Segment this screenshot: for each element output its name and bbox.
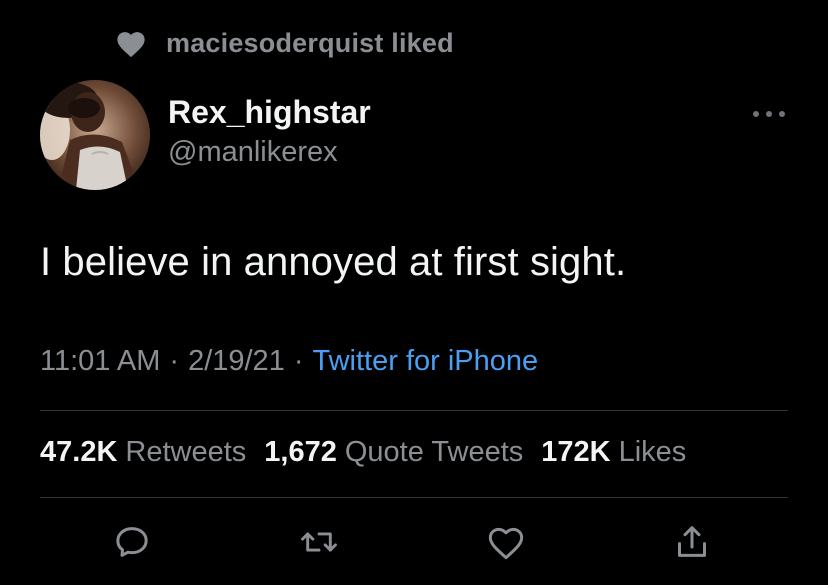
tweet-meta: 11:01 AM · 2/19/21 · Twitter for iPhone: [40, 345, 538, 378]
retweet-button[interactable]: [297, 522, 341, 566]
more-horizontal-icon: [752, 105, 786, 123]
share-icon: [672, 522, 712, 567]
tweet-date[interactable]: 2/19/21: [188, 345, 285, 377]
reply-icon: [112, 522, 152, 567]
tweet-text: I believe in annoyed at first sight.: [40, 240, 627, 284]
retweet-icon: [298, 522, 340, 567]
likes-label: Likes: [618, 436, 687, 468]
author-handle[interactable]: @manlikerex: [168, 136, 338, 169]
social-context: maciesoderquist liked: [114, 26, 454, 60]
meta-separator: ·: [169, 345, 180, 377]
quote-tweets-stat[interactable]: 1,672 Quote Tweets: [264, 436, 523, 469]
tweet-time[interactable]: 11:01 AM: [40, 345, 160, 377]
quote-tweets-count: 1,672: [264, 436, 337, 468]
tweet-source-link[interactable]: Twitter for iPhone: [313, 345, 539, 377]
divider: [40, 410, 788, 411]
likes-count: 172K: [541, 436, 611, 468]
more-options-button[interactable]: [748, 104, 790, 124]
divider: [40, 497, 788, 498]
avatar[interactable]: [40, 80, 150, 190]
engagement-stats: 47.2K Retweets 1,672 Quote Tweets 172K L…: [40, 436, 704, 469]
share-button[interactable]: [670, 522, 714, 566]
likes-stat[interactable]: 172K Likes: [541, 436, 686, 469]
like-heart-icon: [486, 523, 526, 566]
quote-tweets-label: Quote Tweets: [344, 436, 524, 468]
retweets-label: Retweets: [125, 436, 247, 468]
like-button[interactable]: [484, 522, 528, 566]
heart-icon: [114, 28, 148, 58]
meta-separator: ·: [293, 345, 304, 377]
liked-by-text[interactable]: maciesoderquist liked: [166, 28, 454, 59]
author-display-name[interactable]: Rex_highstar: [168, 94, 371, 131]
retweets-count: 47.2K: [40, 436, 118, 468]
retweets-stat[interactable]: 47.2K Retweets: [40, 436, 246, 469]
reply-button[interactable]: [110, 522, 154, 566]
